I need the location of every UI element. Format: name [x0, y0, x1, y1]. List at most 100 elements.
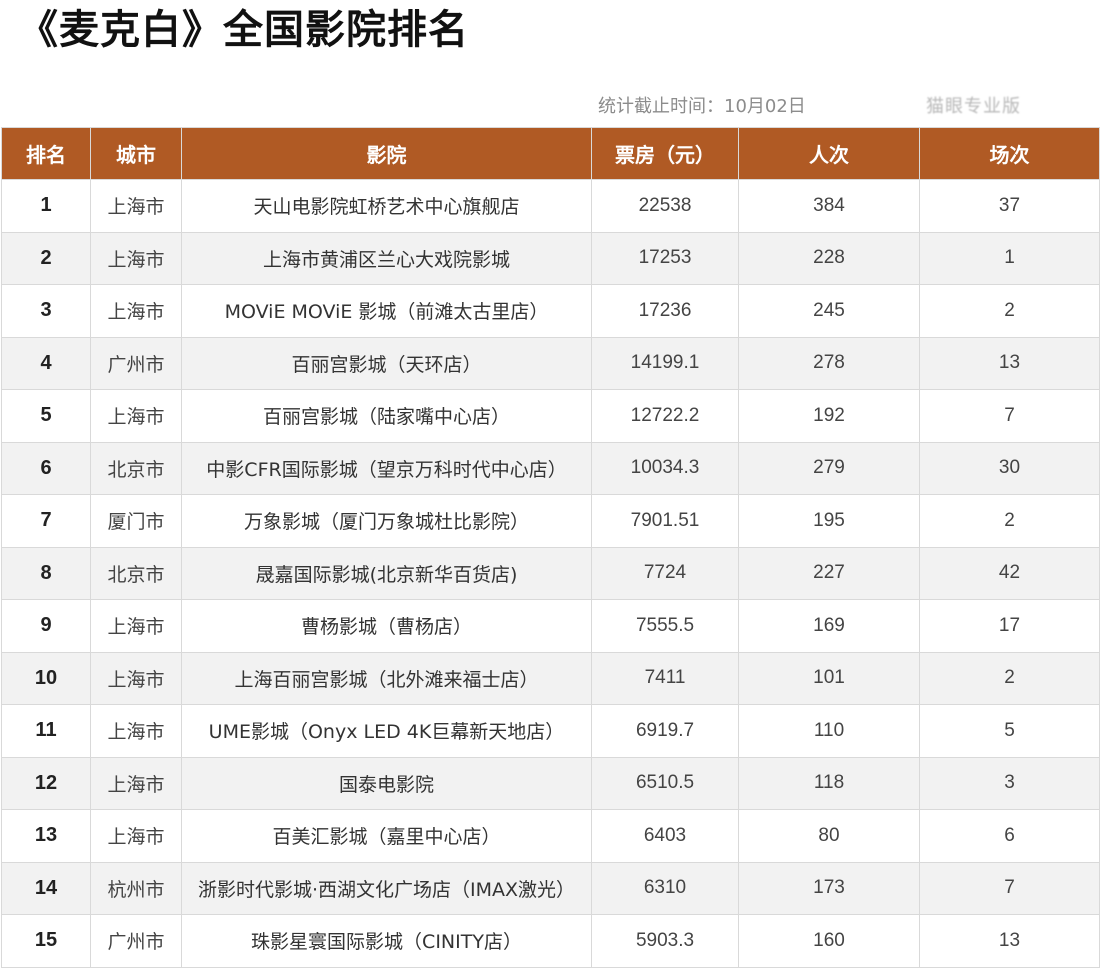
cell-box-office: 7901.51 [591, 494, 739, 548]
cell-city: 上海市 [90, 599, 182, 653]
cell-cinema: 曹杨影城（曹杨店） [181, 599, 592, 653]
cell-rank: 1 [1, 179, 91, 233]
table-row: 1 上海市 天山电影院虹桥艺术中心旗舰店 22538 384 37 [1, 179, 1100, 233]
table-row: 7 厦门市 万象影城（厦门万象城杜比影院） 7901.51 195 2 [1, 494, 1100, 548]
cell-cinema: 晟嘉国际影城(北京新华百货店) [181, 546, 592, 600]
cell-city: 上海市 [90, 651, 182, 705]
cell-rank: 14 [1, 861, 91, 915]
cell-admissions: 228 [738, 231, 920, 285]
cell-screenings: 7 [919, 861, 1100, 915]
table-row: 15 广州市 珠影星寰国际影城（CINITY店） 5903.3 160 13 [1, 914, 1100, 968]
cell-admissions: 384 [738, 179, 920, 233]
cell-admissions: 227 [738, 546, 920, 600]
cell-box-office: 6510.5 [591, 756, 739, 810]
cell-cinema: 百丽宫影城（天环店） [181, 336, 592, 390]
cell-city: 上海市 [90, 756, 182, 810]
cell-rank: 15 [1, 914, 91, 968]
table-row: 10 上海市 上海百丽宫影城（北外滩来福士店） 7411 101 2 [1, 651, 1100, 705]
cell-city: 上海市 [90, 284, 182, 338]
cell-cinema: UME影城（Onyx LED 4K巨幕新天地店） [181, 704, 592, 758]
cell-box-office: 6919.7 [591, 704, 739, 758]
cell-screenings: 13 [919, 914, 1100, 968]
cell-cinema: 天山电影院虹桥艺术中心旗舰店 [181, 179, 592, 233]
cell-box-office: 7724 [591, 546, 739, 600]
cell-screenings: 42 [919, 546, 1100, 600]
cell-cinema: 上海百丽宫影城（北外滩来福士店） [181, 651, 592, 705]
cell-city: 上海市 [90, 231, 182, 285]
table-row: 2 上海市 上海市黄浦区兰心大戏院影城 17253 228 1 [1, 231, 1100, 285]
cell-admissions: 173 [738, 861, 920, 915]
cell-screenings: 2 [919, 284, 1100, 338]
cell-admissions: 110 [738, 704, 920, 758]
table-row: 14 杭州市 浙影时代影城·西湖文化广场店（IMAX激光） 6310 173 7 [1, 861, 1100, 915]
cell-box-office: 6310 [591, 861, 739, 915]
cell-box-office: 5903.3 [591, 914, 739, 968]
cell-admissions: 101 [738, 651, 920, 705]
header-city: 城市 [90, 127, 182, 180]
cell-screenings: 6 [919, 809, 1100, 863]
cell-rank: 7 [1, 494, 91, 548]
cell-admissions: 169 [738, 599, 920, 653]
cell-screenings: 37 [919, 179, 1100, 233]
cell-city: 杭州市 [90, 861, 182, 915]
cell-rank: 10 [1, 651, 91, 705]
cell-screenings: 13 [919, 336, 1100, 390]
cell-admissions: 160 [738, 914, 920, 968]
table-header: 排名 城市 影院 票房（元） 人次 场次 [1, 127, 1100, 180]
cell-city: 上海市 [90, 179, 182, 233]
cell-screenings: 3 [919, 756, 1100, 810]
cell-admissions: 245 [738, 284, 920, 338]
header-cinema: 影院 [181, 127, 592, 180]
table-body: 1 上海市 天山电影院虹桥艺术中心旗舰店 22538 384 37 2 上海市 上海市黄浦区兰心… [1, 179, 1100, 968]
cell-rank: 2 [1, 231, 91, 285]
cell-box-office: 14199.1 [591, 336, 739, 390]
header-admissions: 人次 [738, 127, 920, 180]
cell-cinema: MOViE MOViE 影城（前滩太古里店） [181, 284, 592, 338]
cell-screenings: 2 [919, 494, 1100, 548]
cell-box-office: 7411 [591, 651, 739, 705]
cell-city: 上海市 [90, 704, 182, 758]
header-row: 排名 城市 影院 票房（元） 人次 场次 [1, 127, 1100, 180]
cell-cinema: 百丽宫影城（陆家嘴中心店） [181, 389, 592, 443]
cell-box-office: 6403 [591, 809, 739, 863]
cell-rank: 8 [1, 546, 91, 600]
cell-cinema: 浙影时代影城·西湖文化广场店（IMAX激光） [181, 861, 592, 915]
cell-admissions: 278 [738, 336, 920, 390]
cell-admissions: 80 [738, 809, 920, 863]
table-row: 6 北京市 中影CFR国际影城（望京万科时代中心店） 10034.3 279 30 [1, 441, 1100, 495]
table-row: 8 北京市 晟嘉国际影城(北京新华百货店) 7724 227 42 [1, 546, 1100, 600]
cinema-ranking-table: 排名 城市 影院 票房（元） 人次 场次 1 上海市 天山电影院虹桥艺术中心旗舰店 2… [1, 127, 1100, 968]
cell-city: 上海市 [90, 809, 182, 863]
cell-rank: 4 [1, 336, 91, 390]
table-row: 12 上海市 国泰电影院 6510.5 118 3 [1, 756, 1100, 810]
cell-rank: 5 [1, 389, 91, 443]
cell-admissions: 195 [738, 494, 920, 548]
cell-city: 北京市 [90, 441, 182, 495]
cell-box-office: 10034.3 [591, 441, 739, 495]
cell-city: 北京市 [90, 546, 182, 600]
table-row: 9 上海市 曹杨影城（曹杨店） 7555.5 169 17 [1, 599, 1100, 653]
cell-cinema: 上海市黄浦区兰心大戏院影城 [181, 231, 592, 285]
cell-rank: 13 [1, 809, 91, 863]
cell-cinema: 万象影城（厦门万象城杜比影院） [181, 494, 592, 548]
cell-box-office: 17236 [591, 284, 739, 338]
cell-rank: 12 [1, 756, 91, 810]
table-row: 4 广州市 百丽宫影城（天环店） 14199.1 278 13 [1, 336, 1100, 390]
cell-rank: 9 [1, 599, 91, 653]
cell-screenings: 17 [919, 599, 1100, 653]
header-box-office: 票房（元） [591, 127, 739, 180]
cell-cinema: 中影CFR国际影城（望京万科时代中心店） [181, 441, 592, 495]
table-row: 5 上海市 百丽宫影城（陆家嘴中心店） 12722.2 192 7 [1, 389, 1100, 443]
meta-row: 统计截止时间：10月02日 猫眼专业版 [0, 90, 1100, 120]
page-title: 《麦克白》全国影院排名 [18, 7, 469, 53]
cell-screenings: 2 [919, 651, 1100, 705]
cell-box-office: 12722.2 [591, 389, 739, 443]
cell-city: 厦门市 [90, 494, 182, 548]
watermark: 猫眼专业版 [926, 96, 1021, 117]
cell-screenings: 30 [919, 441, 1100, 495]
cell-screenings: 7 [919, 389, 1100, 443]
cell-screenings: 1 [919, 231, 1100, 285]
cell-cinema: 国泰电影院 [181, 756, 592, 810]
cell-rank: 11 [1, 704, 91, 758]
cell-city: 广州市 [90, 914, 182, 968]
